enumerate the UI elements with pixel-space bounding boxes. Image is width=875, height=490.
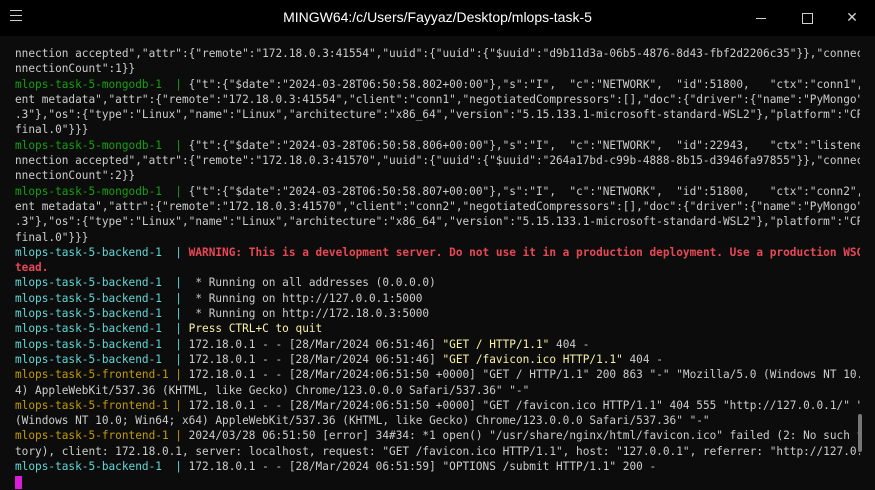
log-text: final.0"}}}	[15, 230, 89, 244]
log-request: "GET /favicon.ico HTTP/1.1"	[442, 352, 623, 366]
log-text: nnectionCount":1}}	[15, 62, 136, 76]
log-text: (Windows NT 10.0; Win64; x64) AppleWebKi…	[15, 414, 710, 428]
close-button[interactable]: ✕	[829, 0, 875, 36]
log-line: mlops-task-5-backend-1 | 172.18.0.1 - - …	[15, 337, 860, 352]
log-text: 172.18.0.1 - - [28/Mar/2024 06:51:46]	[188, 337, 443, 351]
log-prefix: mlops-task-5-backend-1 |	[15, 291, 189, 305]
log-line: .3"},"os":{"type":"Linux","name":"Linux"…	[15, 214, 860, 229]
log-text: Press CTRL+C to quit	[188, 322, 323, 336]
log-text: tory), client: 172.18.0.1, server: local…	[15, 444, 860, 458]
log-prefix: mlops-task-5-backend-1 |	[15, 245, 189, 259]
log-line: ent metadata","attr":{"remote":"172.18.0…	[15, 92, 860, 107]
log-prefix: mlops-task-5-backend-1 |	[15, 337, 189, 351]
log-line: mlops-task-5-backend-1 | 172.18.0.1 - - …	[15, 459, 860, 474]
log-prefix: mlops-task-5-mongodb-1 |	[15, 184, 189, 198]
log-text: 172.18.0.1 - - [28/Mar/2024:06:51:50 +00…	[188, 398, 860, 412]
log-line: nnection accepted","attr":{"remote":"172…	[15, 46, 860, 61]
log-text: 172.18.0.1 - - [28/Mar/2024 06:51:46]	[188, 352, 443, 366]
log-prefix: mlops-task-5-frontend-1 |	[15, 398, 189, 412]
log-line: nnectionCount":1}}	[15, 61, 860, 76]
log-status: 404 -	[549, 337, 590, 351]
log-prefix: mlops-task-5-frontend-1 |	[15, 368, 189, 382]
maximize-button[interactable]	[784, 0, 830, 36]
log-text: 172.18.0.1 - - [28/Mar/2024 06:51:59] "O…	[188, 460, 657, 474]
log-text: nnectionCount":2}}	[15, 169, 136, 183]
log-line: mlops-task-5-backend-1 | WARNING: This i…	[15, 245, 860, 260]
log-prefix: mlops-task-5-backend-1 |	[15, 352, 189, 366]
log-status: 404 -	[622, 352, 663, 366]
log-text: {"t":{"$date":"2024-03-28T06:50:58.806+0…	[188, 138, 860, 152]
log-line: (Windows NT 10.0; Win64; x64) AppleWebKi…	[15, 413, 860, 428]
log-line: .3"},"os":{"type":"Linux","name":"Linux"…	[15, 107, 860, 122]
log-text: .3"},"os":{"type":"Linux","name":"Linux"…	[15, 108, 860, 122]
log-prefix: mlops-task-5-backend-1 |	[15, 460, 189, 474]
log-text: 4) AppleWebKit/537.36 (KHTML, like Gecko…	[15, 383, 530, 397]
log-text: * Running on http://172.18.0.3:5000	[188, 307, 430, 321]
log-line: nnection accepted","attr":{"remote":"172…	[15, 153, 860, 168]
log-line: mlops-task-5-mongodb-1 | {"t":{"$date":"…	[15, 138, 860, 153]
log-text: 172.18.0.1 - - [28/Mar/2024:06:51:50 +00…	[188, 368, 860, 382]
log-text: {"t":{"$date":"2024-03-28T06:50:58.802+0…	[188, 77, 860, 91]
log-request: "GET / HTTP/1.1"	[442, 337, 550, 351]
log-line: mlops-task-5-frontend-1 | 172.18.0.1 - -…	[15, 367, 860, 382]
log-text: .3"},"os":{"type":"Linux","name":"Linux"…	[15, 215, 860, 229]
log-prefix: mlops-task-5-mongodb-1 |	[15, 77, 189, 91]
log-prefix: mlops-task-5-mongodb-1 |	[15, 138, 189, 152]
close-icon: ✕	[846, 10, 858, 26]
log-text: WARNING: This is a development server. D…	[188, 245, 860, 259]
log-line: final.0"}}}	[15, 230, 860, 245]
log-line: tead.	[15, 260, 860, 275]
cursor	[15, 475, 22, 489]
log-text: * Running on all addresses (0.0.0.0)	[188, 276, 436, 290]
log-line: tory), client: 172.18.0.1, server: local…	[15, 444, 860, 459]
log-line: mlops-task-5-backend-1 | * Running on ht…	[15, 306, 860, 321]
log-text: final.0"}}}	[15, 123, 89, 137]
log-line: mlops-task-5-backend-1 | * Running on ht…	[15, 291, 860, 306]
log-text: 2024/03/28 06:51:50 [error] 34#34: *1 op…	[188, 429, 860, 443]
log-text: ent metadata","attr":{"remote":"172.18.0…	[15, 92, 860, 106]
log-line: mlops-task-5-mongodb-1 | {"t":{"$date":"…	[15, 184, 860, 199]
minimize-icon	[756, 17, 766, 19]
terminal-output[interactable]: nnection accepted","attr":{"remote":"172…	[15, 46, 860, 489]
prompt-line[interactable]	[15, 474, 860, 489]
log-line: mlops-task-5-frontend-1 | 2024/03/28 06:…	[15, 428, 860, 443]
title-bar: MINGW64:/c/Users/Fayyaz/Desktop/mlops-ta…	[0, 0, 875, 36]
log-prefix: mlops-task-5-backend-1 |	[15, 276, 189, 290]
maximize-icon	[801, 12, 813, 24]
log-line: mlops-task-5-backend-1 | * Running on al…	[15, 275, 860, 290]
log-text: * Running on http://127.0.0.1:5000	[188, 291, 423, 305]
minimize-button[interactable]	[738, 0, 784, 36]
log-prefix: mlops-task-5-backend-1 |	[15, 307, 189, 321]
log-line: nnectionCount":2}}	[15, 168, 860, 183]
log-line: 4) AppleWebKit/537.36 (KHTML, like Gecko…	[15, 383, 860, 398]
log-text: ent metadata","attr":{"remote":"172.18.0…	[15, 199, 860, 213]
log-text: nnection accepted","attr":{"remote":"172…	[15, 47, 860, 60]
log-line: mlops-task-5-backend-1 | 172.18.0.1 - - …	[15, 352, 860, 367]
log-line: mlops-task-5-mongodb-1 | {"t":{"$date":"…	[15, 77, 860, 92]
scrollbar[interactable]	[858, 414, 862, 452]
log-line: mlops-task-5-frontend-1 | 172.18.0.1 - -…	[15, 398, 860, 413]
log-prefix: mlops-task-5-backend-1 |	[15, 322, 189, 336]
log-line: final.0"}}}	[15, 122, 860, 137]
log-text: nnection accepted","attr":{"remote":"172…	[15, 154, 860, 168]
log-text: tead.	[15, 261, 49, 275]
log-prefix: mlops-task-5-frontend-1 |	[15, 429, 189, 443]
log-text: {"t":{"$date":"2024-03-28T06:50:58.807+0…	[188, 184, 860, 198]
log-line: mlops-task-5-backend-1 | Press CTRL+C to…	[15, 321, 860, 336]
log-line: ent metadata","attr":{"remote":"172.18.0…	[15, 199, 860, 214]
